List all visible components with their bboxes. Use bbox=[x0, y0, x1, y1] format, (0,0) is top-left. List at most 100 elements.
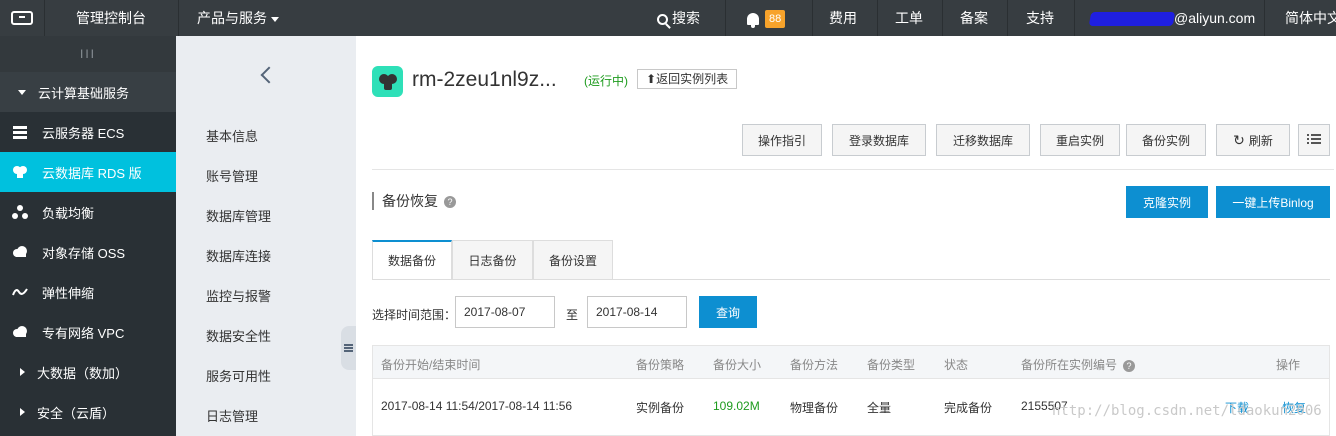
tab-backup-settings[interactable]: 备份设置 bbox=[533, 240, 613, 280]
subnav-item-availability[interactable]: 服务可用性 bbox=[206, 366, 271, 385]
server-icon bbox=[12, 124, 28, 140]
col-policy: 备份策略 bbox=[636, 358, 685, 372]
cell-status: 完成备份 bbox=[944, 401, 993, 415]
tab-divider bbox=[372, 279, 1330, 280]
triangle-right-icon bbox=[20, 368, 25, 376]
list-icon bbox=[1307, 133, 1321, 148]
subnav-item-connection[interactable]: 数据库连接 bbox=[206, 246, 271, 265]
sidebar-item-slb[interactable]: 负载均衡 bbox=[0, 192, 176, 232]
aliyun-logo-icon bbox=[11, 11, 33, 25]
section-title-label: 备份恢复 bbox=[382, 193, 438, 209]
console-link[interactable]: 管理控制台 bbox=[76, 0, 146, 36]
sidebar-item-label: 负载均衡 bbox=[42, 205, 95, 221]
list-menu-button[interactable] bbox=[1298, 124, 1330, 156]
sidebar-item-oss[interactable]: 对象存储 OSS bbox=[0, 232, 176, 272]
refresh-icon: ↻ bbox=[1233, 131, 1245, 148]
sidebar-item-vpc[interactable]: 专有网络 VPC bbox=[0, 312, 176, 352]
cell-method: 物理备份 bbox=[790, 401, 839, 415]
subnav-item-accounts[interactable]: 账号管理 bbox=[206, 166, 258, 185]
divider bbox=[372, 169, 1334, 170]
query-button[interactable]: 查询 bbox=[699, 296, 757, 328]
redacted-username bbox=[1088, 12, 1176, 27]
tickets-link[interactable]: 工单 bbox=[895, 0, 923, 36]
sidebar-item-ess[interactable]: 弹性伸缩 bbox=[0, 272, 176, 312]
subnav-item-databases[interactable]: 数据库管理 bbox=[206, 206, 271, 225]
instance-subnav: 基本信息 账号管理 数据库管理 数据库连接 监控与报警 数据安全性 服务可用性 … bbox=[176, 36, 356, 436]
products-menu[interactable]: 产品与服务 bbox=[197, 0, 279, 36]
backup-instance-button[interactable]: 备份实例 bbox=[1126, 124, 1206, 156]
search-icon bbox=[657, 13, 668, 25]
sidebar-item-label: 弹性伸缩 bbox=[42, 285, 95, 301]
instance-name: rm-2zeu1nl9z... bbox=[412, 68, 557, 91]
load-balancer-icon bbox=[12, 204, 28, 220]
sidebar-group-bigdata[interactable]: 大数据（数加） bbox=[0, 352, 176, 392]
sidebar-group-security[interactable]: 安全（云盾） bbox=[0, 392, 176, 432]
sidebar-section-label: 云计算基础服务 bbox=[38, 85, 130, 101]
end-date-input[interactable] bbox=[587, 296, 687, 328]
chevron-down-icon bbox=[271, 16, 279, 22]
cell-policy: 实例备份 bbox=[636, 401, 685, 415]
upload-binlog-button[interactable]: 一键上传Binlog bbox=[1216, 186, 1330, 218]
notifications-button[interactable]: 88 bbox=[747, 0, 786, 36]
tab-log-backup[interactable]: 日志备份 bbox=[452, 240, 533, 280]
col-instance-id: 备份所在实例编号? bbox=[1021, 356, 1136, 373]
account-menu[interactable]: @aliyun.com bbox=[1088, 0, 1256, 36]
start-date-input[interactable] bbox=[455, 296, 555, 328]
sidebar-group-label: 安全（云盾） bbox=[37, 405, 116, 421]
help-icon[interactable]: ? bbox=[444, 196, 456, 209]
restart-button[interactable]: 重启实例 bbox=[1040, 124, 1120, 156]
subnav-item-logs[interactable]: 日志管理 bbox=[206, 406, 258, 425]
sidebar-toggle[interactable]: III bbox=[0, 36, 176, 72]
backup-table: 备份开始/结束时间 备份策略 备份大小 备份方法 备份类型 状态 备份所在实例编… bbox=[372, 345, 1330, 436]
subnav-back-button[interactable] bbox=[176, 36, 356, 114]
back-to-list-label: 返回实例列表 bbox=[656, 72, 729, 86]
to-label: 至 bbox=[566, 308, 579, 322]
refresh-label: 刷新 bbox=[1248, 133, 1273, 148]
subnav-item-security[interactable]: 数据安全性 bbox=[206, 326, 271, 345]
arrow-up-icon: ⬆ bbox=[646, 72, 657, 86]
col-size: 备份大小 bbox=[713, 358, 762, 372]
bell-icon bbox=[747, 13, 759, 29]
col-time: 备份开始/结束时间 bbox=[381, 358, 481, 372]
sidebar-item-label: 对象存储 OSS bbox=[42, 245, 126, 261]
account-label: @aliyun.com bbox=[1174, 10, 1256, 26]
cloud-storage-icon bbox=[12, 244, 28, 260]
sidebar-item-rds[interactable]: 云数据库 RDS 版 bbox=[0, 152, 176, 192]
sidebar-group-label: 大数据（数加） bbox=[37, 365, 129, 381]
sidebar-section-cloud-basics[interactable]: 云计算基础服务 bbox=[0, 72, 176, 112]
cell-size: 109.02M bbox=[713, 399, 760, 413]
col-method: 备份方法 bbox=[790, 358, 839, 372]
guide-button[interactable]: 操作指引 bbox=[742, 124, 822, 156]
chevron-left-icon bbox=[260, 66, 278, 84]
subnav-collapse-toggle[interactable] bbox=[341, 326, 356, 370]
migrate-db-button[interactable]: 迁移数据库 bbox=[936, 124, 1030, 156]
sidebar-item-label: 云服务器 ECS bbox=[42, 125, 125, 141]
menu-icon bbox=[344, 347, 353, 349]
aliyun-logo[interactable] bbox=[0, 0, 44, 36]
support-link[interactable]: 支持 bbox=[1026, 0, 1054, 36]
subnav-item-monitoring[interactable]: 监控与报警 bbox=[206, 286, 271, 305]
refresh-button[interactable]: ↻ 刷新 bbox=[1216, 124, 1290, 156]
clone-instance-button[interactable]: 克隆实例 bbox=[1126, 186, 1208, 218]
help-icon[interactable]: ? bbox=[1123, 359, 1136, 372]
watermark: http://blog.csdn.net/ldaokun2006 bbox=[1052, 403, 1322, 419]
search-button[interactable]: 搜索 bbox=[657, 0, 700, 36]
subnav-item-basic-info[interactable]: 基本信息 bbox=[206, 126, 258, 145]
login-db-button[interactable]: 登录数据库 bbox=[832, 124, 926, 156]
cloud-network-icon bbox=[12, 324, 28, 340]
top-bar: 管理控制台 产品与服务 搜索 88 费用 工单 备案 支持 @aliyun.co… bbox=[0, 0, 1336, 36]
language-menu[interactable]: 简体中文 bbox=[1285, 0, 1336, 36]
sidebar-item-label: 专有网络 VPC bbox=[42, 325, 125, 341]
instance-status: (运行中) bbox=[584, 74, 628, 88]
sidebar-item-label: 云数据库 RDS 版 bbox=[42, 165, 142, 181]
back-to-list-button[interactable]: ⬆返回实例列表 bbox=[637, 69, 738, 89]
autoscale-icon bbox=[12, 284, 28, 300]
col-instance-id-label: 备份所在实例编号 bbox=[1021, 358, 1118, 372]
table-header: 备份开始/结束时间 备份策略 备份大小 备份方法 备份类型 状态 备份所在实例编… bbox=[372, 345, 1330, 379]
sidebar-item-ecs[interactable]: 云服务器 ECS bbox=[0, 112, 176, 152]
triangle-down-icon bbox=[18, 89, 26, 95]
billing-link[interactable]: 费用 bbox=[829, 0, 857, 36]
col-actions: 操作 bbox=[1276, 358, 1301, 372]
icp-link[interactable]: 备案 bbox=[960, 0, 988, 36]
tab-data-backup[interactable]: 数据备份 bbox=[372, 240, 452, 280]
